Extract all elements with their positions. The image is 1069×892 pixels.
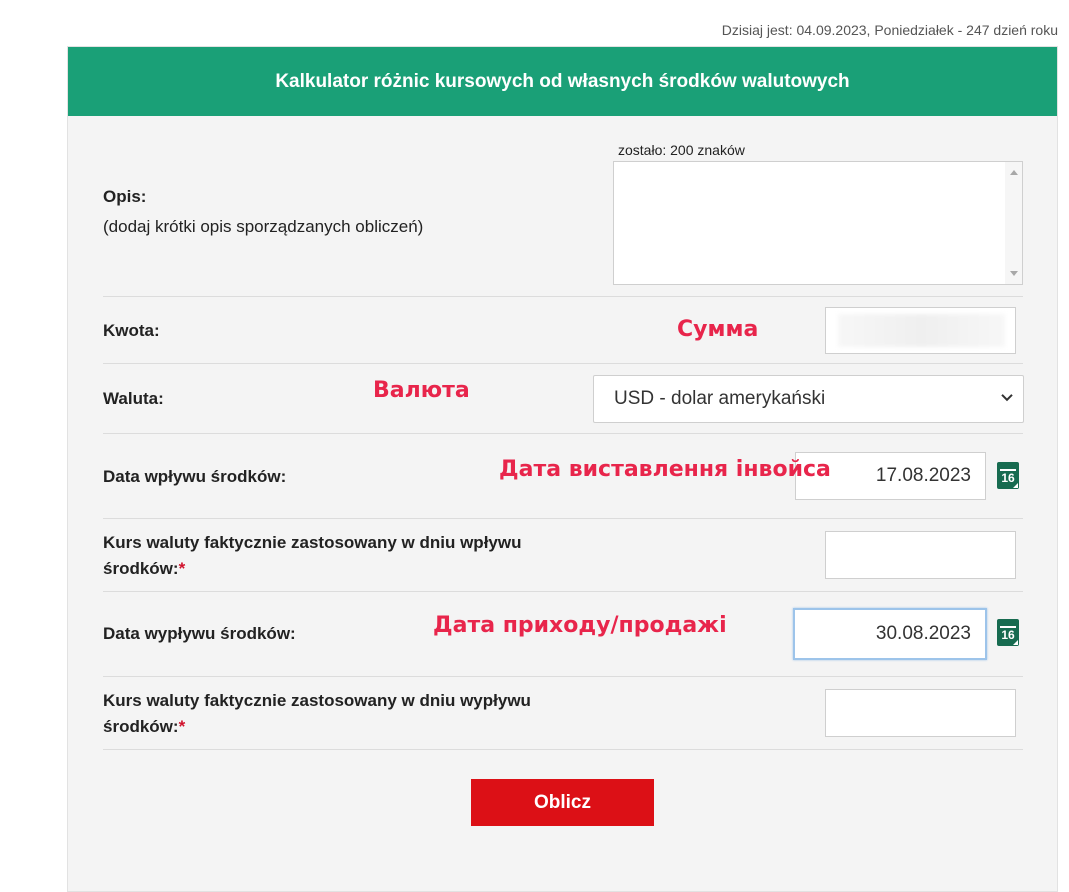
annotation-valuta: Валюта [373,378,470,403]
calendar-icon[interactable]: 16 [997,462,1019,489]
calendar-icon[interactable]: 16 [997,619,1019,646]
annotation-data-prodazh: Дата приходу/продажі [433,613,727,638]
kurs-wplywu-label: Kurs waluty faktycznie zastosowany w dni… [103,533,522,578]
scroll-down-arrow-icon[interactable] [1010,271,1018,276]
opis-hint: (dodaj krótki opis sporządzanych oblicze… [103,217,424,236]
row-kurs-wyplywu: Kurs waluty faktycznie zastosowany w dni… [103,677,1023,750]
waluta-label: Waluta: [103,389,164,408]
waluta-select[interactable]: USD - dolar amerykański [593,375,1024,423]
required-mark: * [178,717,186,736]
row-waluta: Waluta: USD - dolar amerykański [103,364,1024,434]
row-kwota: Kwota: [103,297,1023,364]
kurs-wyplywu-label: Kurs waluty faktycznie zastosowany w dni… [103,691,531,736]
kurs-wyplywu-input[interactable] [825,689,1016,737]
scroll-up-arrow-icon[interactable] [1010,170,1018,175]
data-wyplywu-label: Data wypływu środków: [103,624,296,643]
annotation-data-invoice: Дата виставлення інвойса [499,457,831,482]
kwota-label: Kwota: [103,321,160,340]
current-date-info: Dzisiaj jest: 04.09.2023, Poniedziałek -… [721,22,1058,38]
row-kurs-wplywu: Kurs waluty faktycznie zastosowany w dni… [103,519,1023,592]
opis-char-counter: zostało: 200 znaków [618,142,745,158]
calculator-title: Kalkulator różnic kursowych od własnych … [68,47,1057,116]
data-wyplywu-input[interactable]: 30.08.2023 [793,608,987,660]
data-wplywu-value: 17.08.2023 [875,465,971,486]
data-wplywu-label: Data wpływu środków: [103,467,287,486]
kurs-wplywu-input[interactable] [825,531,1016,579]
annotation-suma: Сумма [677,317,759,342]
chevron-down-icon [1001,386,1013,408]
waluta-selected-value: USD - dolar amerykański [614,388,826,409]
kwota-input[interactable] [825,307,1016,354]
opis-label: Opis: [103,187,147,206]
redacted-amount [838,314,1005,347]
opis-textarea[interactable] [613,161,1023,285]
row-opis: Opis: (dodaj krótki opis sporządzanych o… [103,116,1023,297]
data-wyplywu-value: 30.08.2023 [875,623,971,644]
textarea-scrollbar[interactable] [1005,162,1022,284]
oblicz-button[interactable]: Oblicz [471,779,654,826]
required-mark: * [178,559,186,578]
